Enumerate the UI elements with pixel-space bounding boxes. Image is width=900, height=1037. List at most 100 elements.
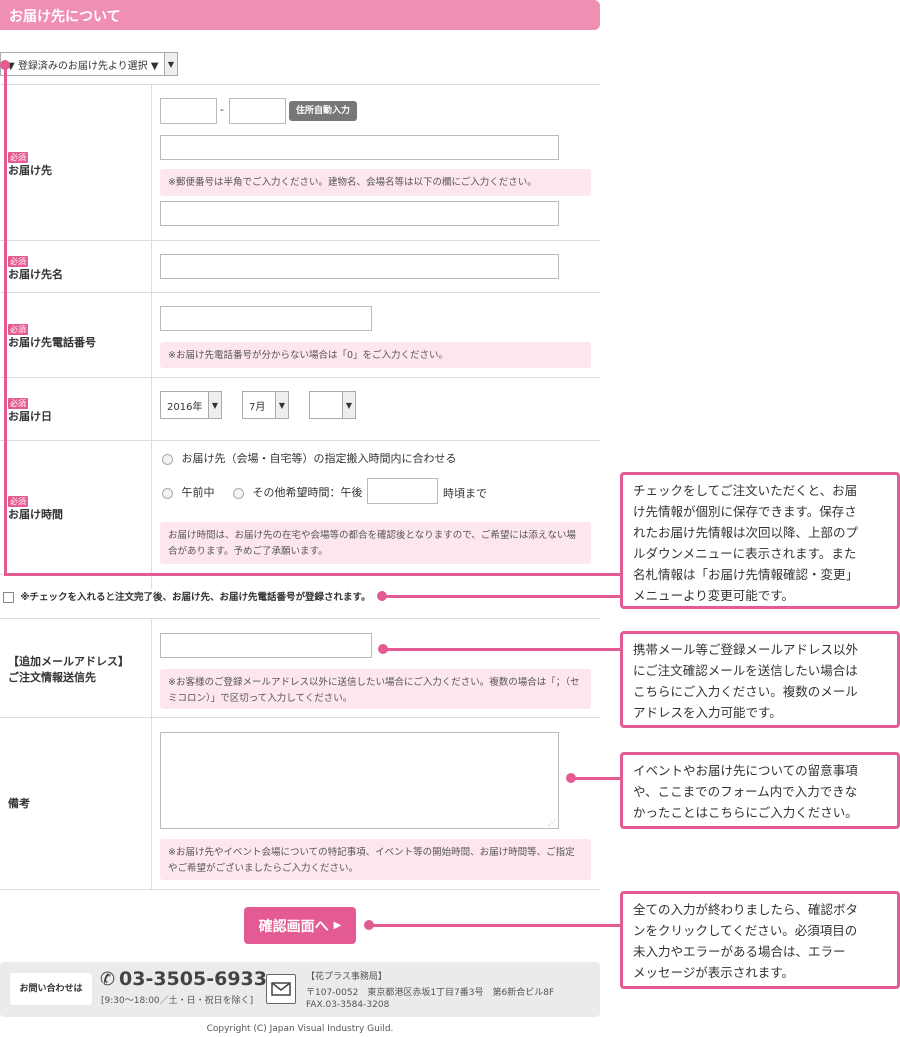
time-option-morning-label: 午前中 [181, 486, 215, 499]
address-select[interactable]: ▼ 登録済みのお届け先より選択 ▼ ▼ [0, 52, 178, 76]
zip-code-1-input[interactable] [160, 98, 217, 124]
address-line-1-input[interactable] [160, 135, 559, 160]
phone-note: ※お届け先電話番号が分からない場合は「0」をご入力ください。 [160, 342, 591, 368]
address-auto-fill-button[interactable]: 住所自動入力 [289, 101, 357, 121]
connector-line [386, 648, 621, 651]
time-option-other[interactable]: その他希望時間：午後 [233, 484, 363, 500]
contact-hours: [9:30〜18:00／土・日・祝日を除く] [101, 996, 254, 1006]
confirm-button-label: 確認画面へ [258, 918, 329, 935]
office-name: 【花プラス事務局】 [306, 972, 387, 982]
callout-line: にご注文確認メールを送信したい場合は [633, 663, 858, 678]
divider [0, 889, 600, 890]
office-address: 〒107-0052 東京都港区赤坂1丁目7番3号 第6新合ビル8F [306, 988, 555, 998]
resize-handle-icon[interactable]: ⋰ [548, 818, 556, 827]
address-select-label: ▼ 登録済みのお届け先より選択 ▼ [7, 60, 159, 72]
other-time-suffix: 時頃まで [443, 487, 487, 500]
time-note: お届け時間は、お届け先の在宅や会場等の都合を確認後となりますので、ご希望には添え… [160, 522, 591, 564]
required-badge: 必須 [8, 256, 28, 267]
callout-line: 未入力やエラーがある場合は、エラー [633, 944, 846, 959]
callout-line: 全ての入力が終わりましたら、確認ボタ [633, 902, 859, 917]
callout-extra-email: 携帯メール等ご登録メールアドレス以外 にご注文確認メールを送信したい場合は こち… [620, 631, 900, 728]
divider [0, 377, 600, 378]
remarks-note: ※お届け先やイベント会場についての特記事項、イベント等の開始時間、お届け時間等、… [160, 839, 591, 880]
time-option-venue-label: お届け先（会場・自宅等）の指定搬入時間内に合わせる [181, 452, 457, 465]
connector-line [4, 573, 621, 576]
mail-icon[interactable] [266, 974, 296, 1004]
chevron-down-icon: ▼ [208, 392, 221, 418]
callout-line: ルダウンメニューに表示されます。また [633, 546, 857, 561]
divider [0, 240, 600, 241]
name-label-text: お届け先名 [8, 268, 63, 281]
time-label: 必須 お届け時間 [8, 494, 63, 523]
name-label: 必須 お届け先名 [8, 254, 63, 283]
callout-line: け先情報が個別に保存できます。保存さ [633, 504, 857, 519]
required-badge: 必須 [8, 496, 28, 507]
callout-line: こちらにご入力ください。複数のメール [633, 684, 858, 699]
recipient-name-input[interactable] [160, 254, 559, 279]
address-line-2-input[interactable] [160, 201, 559, 226]
connector-line [372, 924, 621, 927]
radio-icon[interactable] [162, 487, 173, 499]
extra-email-label-2: ご注文情報送信先 [8, 671, 96, 684]
remarks-label: 備考 [8, 796, 30, 812]
day-select[interactable]: ▼ [309, 391, 356, 419]
address-label: 必須 お届け先 [8, 150, 52, 179]
remarks-textarea[interactable]: ⋰ [160, 732, 559, 829]
callout-line: メッセージが表示されます。 [633, 965, 795, 980]
address-note: ※郵便番号は半角でご入力ください。建物名、会場名等は以下の欄にご入力ください。 [160, 169, 591, 196]
connector-line [574, 777, 621, 780]
connector-line [386, 595, 621, 598]
radio-icon[interactable] [162, 453, 173, 465]
time-option-other-label: その他希望時間：午後 [252, 486, 363, 499]
callout-line: メニューより変更可能です。 [633, 588, 795, 603]
copyright: Copyright (C) Japan Visual Industry Guil… [206, 1024, 394, 1034]
divider [0, 84, 600, 85]
year-select[interactable]: 2016年 ▼ [160, 391, 222, 419]
phone-input[interactable] [160, 306, 372, 331]
chevron-down-icon: ▼ [164, 53, 177, 75]
office-fax: FAX.03-3584-3208 [306, 1000, 390, 1010]
section-header: お届け先について [0, 0, 600, 30]
address-label-text: お届け先 [8, 164, 52, 177]
time-option-venue[interactable]: お届け先（会場・自宅等）の指定搬入時間内に合わせる [162, 450, 457, 466]
register-address-label: ※チェックを入れると注文完了後、お届け先、お届け先電話番号が登録されます。 [20, 592, 371, 603]
month-value: 7月 [249, 401, 266, 413]
callout-line: かったことはこちらにご入力ください。 [633, 805, 858, 820]
divider [151, 618, 152, 889]
callout-line: イベントやお届け先についての留意事項 [633, 763, 858, 778]
callout-line: チェックをしてご注文いただくと、お届 [633, 483, 858, 498]
chevron-down-icon: ▼ [275, 392, 288, 418]
callout-remarks: イベントやお届け先についての留意事項 や、ここまでのフォーム内で入力できな かっ… [620, 752, 900, 829]
section-title: お届け先について [9, 9, 121, 25]
contact-label: お問い合わせは [10, 973, 92, 1005]
time-option-morning[interactable]: 午前中 [162, 484, 215, 500]
callout-line: ンをクリックしてください。必須項目の [633, 923, 858, 938]
divider [0, 618, 600, 619]
divider [151, 84, 152, 589]
extra-email-label: 【追加メールアドレス】 ご注文情報送信先 [8, 654, 129, 686]
zip-code-2-input[interactable] [229, 98, 286, 124]
radio-icon[interactable] [233, 487, 244, 499]
required-badge: 必須 [8, 398, 28, 409]
callout-save-address: チェックをしてご注文いただくと、お届 け先情報が個別に保存できます。保存さ れた… [620, 472, 900, 609]
divider [0, 292, 600, 293]
register-address-checkbox-row[interactable]: ※チェックを入れると注文完了後、お届け先、お届け先電話番号が登録されます。 [3, 589, 371, 603]
zip-separator: - [220, 103, 224, 116]
time-label-text: お届け時間 [8, 508, 63, 521]
chevron-down-icon: ▼ [342, 392, 355, 418]
extra-email-input[interactable] [160, 633, 372, 658]
divider [0, 440, 600, 441]
callout-line: 携帯メール等ご登録メールアドレス以外 [633, 642, 859, 657]
callout-line: れたお届け先情報は次回以降、上部のプ [633, 525, 859, 540]
date-label: 必須 お届け日 [8, 396, 52, 425]
callout-line: や、ここまでのフォーム内で入力できな [633, 784, 858, 799]
date-label-text: お届け日 [8, 410, 52, 423]
other-time-input[interactable] [367, 478, 438, 504]
extra-email-note: ※お客様のご登録メールアドレス以外に送信したい場合にご入力ください。複数の場合は… [160, 669, 591, 709]
month-select[interactable]: 7月 ▼ [242, 391, 289, 419]
confirm-button[interactable]: 確認画面へ ▶ [244, 907, 356, 944]
required-badge: 必須 [8, 324, 28, 335]
extra-email-label-1: 【追加メールアドレス】 [8, 655, 129, 668]
register-address-checkbox[interactable] [3, 592, 14, 603]
year-value: 2016年 [167, 401, 203, 413]
